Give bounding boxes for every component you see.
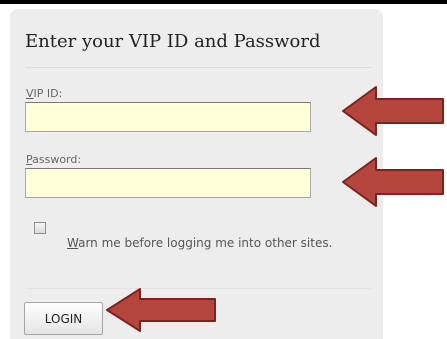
vip-id-label-text: IP ID: — [33, 87, 63, 100]
password-input[interactable] — [25, 168, 311, 198]
arrow-to-login-button-icon — [106, 288, 216, 332]
password-label: Password: — [26, 153, 81, 166]
warn-checkbox-label[interactable]: Warn me before logging me into other sit… — [23, 228, 368, 259]
warn-label-accesskey: W — [67, 236, 79, 250]
vip-id-input[interactable] — [25, 102, 311, 132]
vip-id-label-accesskey: V — [26, 87, 34, 100]
title-divider — [26, 67, 371, 68]
vip-id-label: VIP ID: — [26, 87, 62, 100]
login-title: Enter your VIP ID and Password — [25, 31, 321, 52]
password-label-text: assword: — [32, 153, 82, 166]
arrow-to-password-icon — [342, 157, 444, 207]
arrow-to-vip-id-icon — [342, 86, 444, 136]
warn-label-text: arn me before logging me into other site… — [78, 236, 333, 250]
top-edge-bar — [0, 0, 447, 4]
login-button[interactable]: LOGIN — [24, 302, 103, 335]
